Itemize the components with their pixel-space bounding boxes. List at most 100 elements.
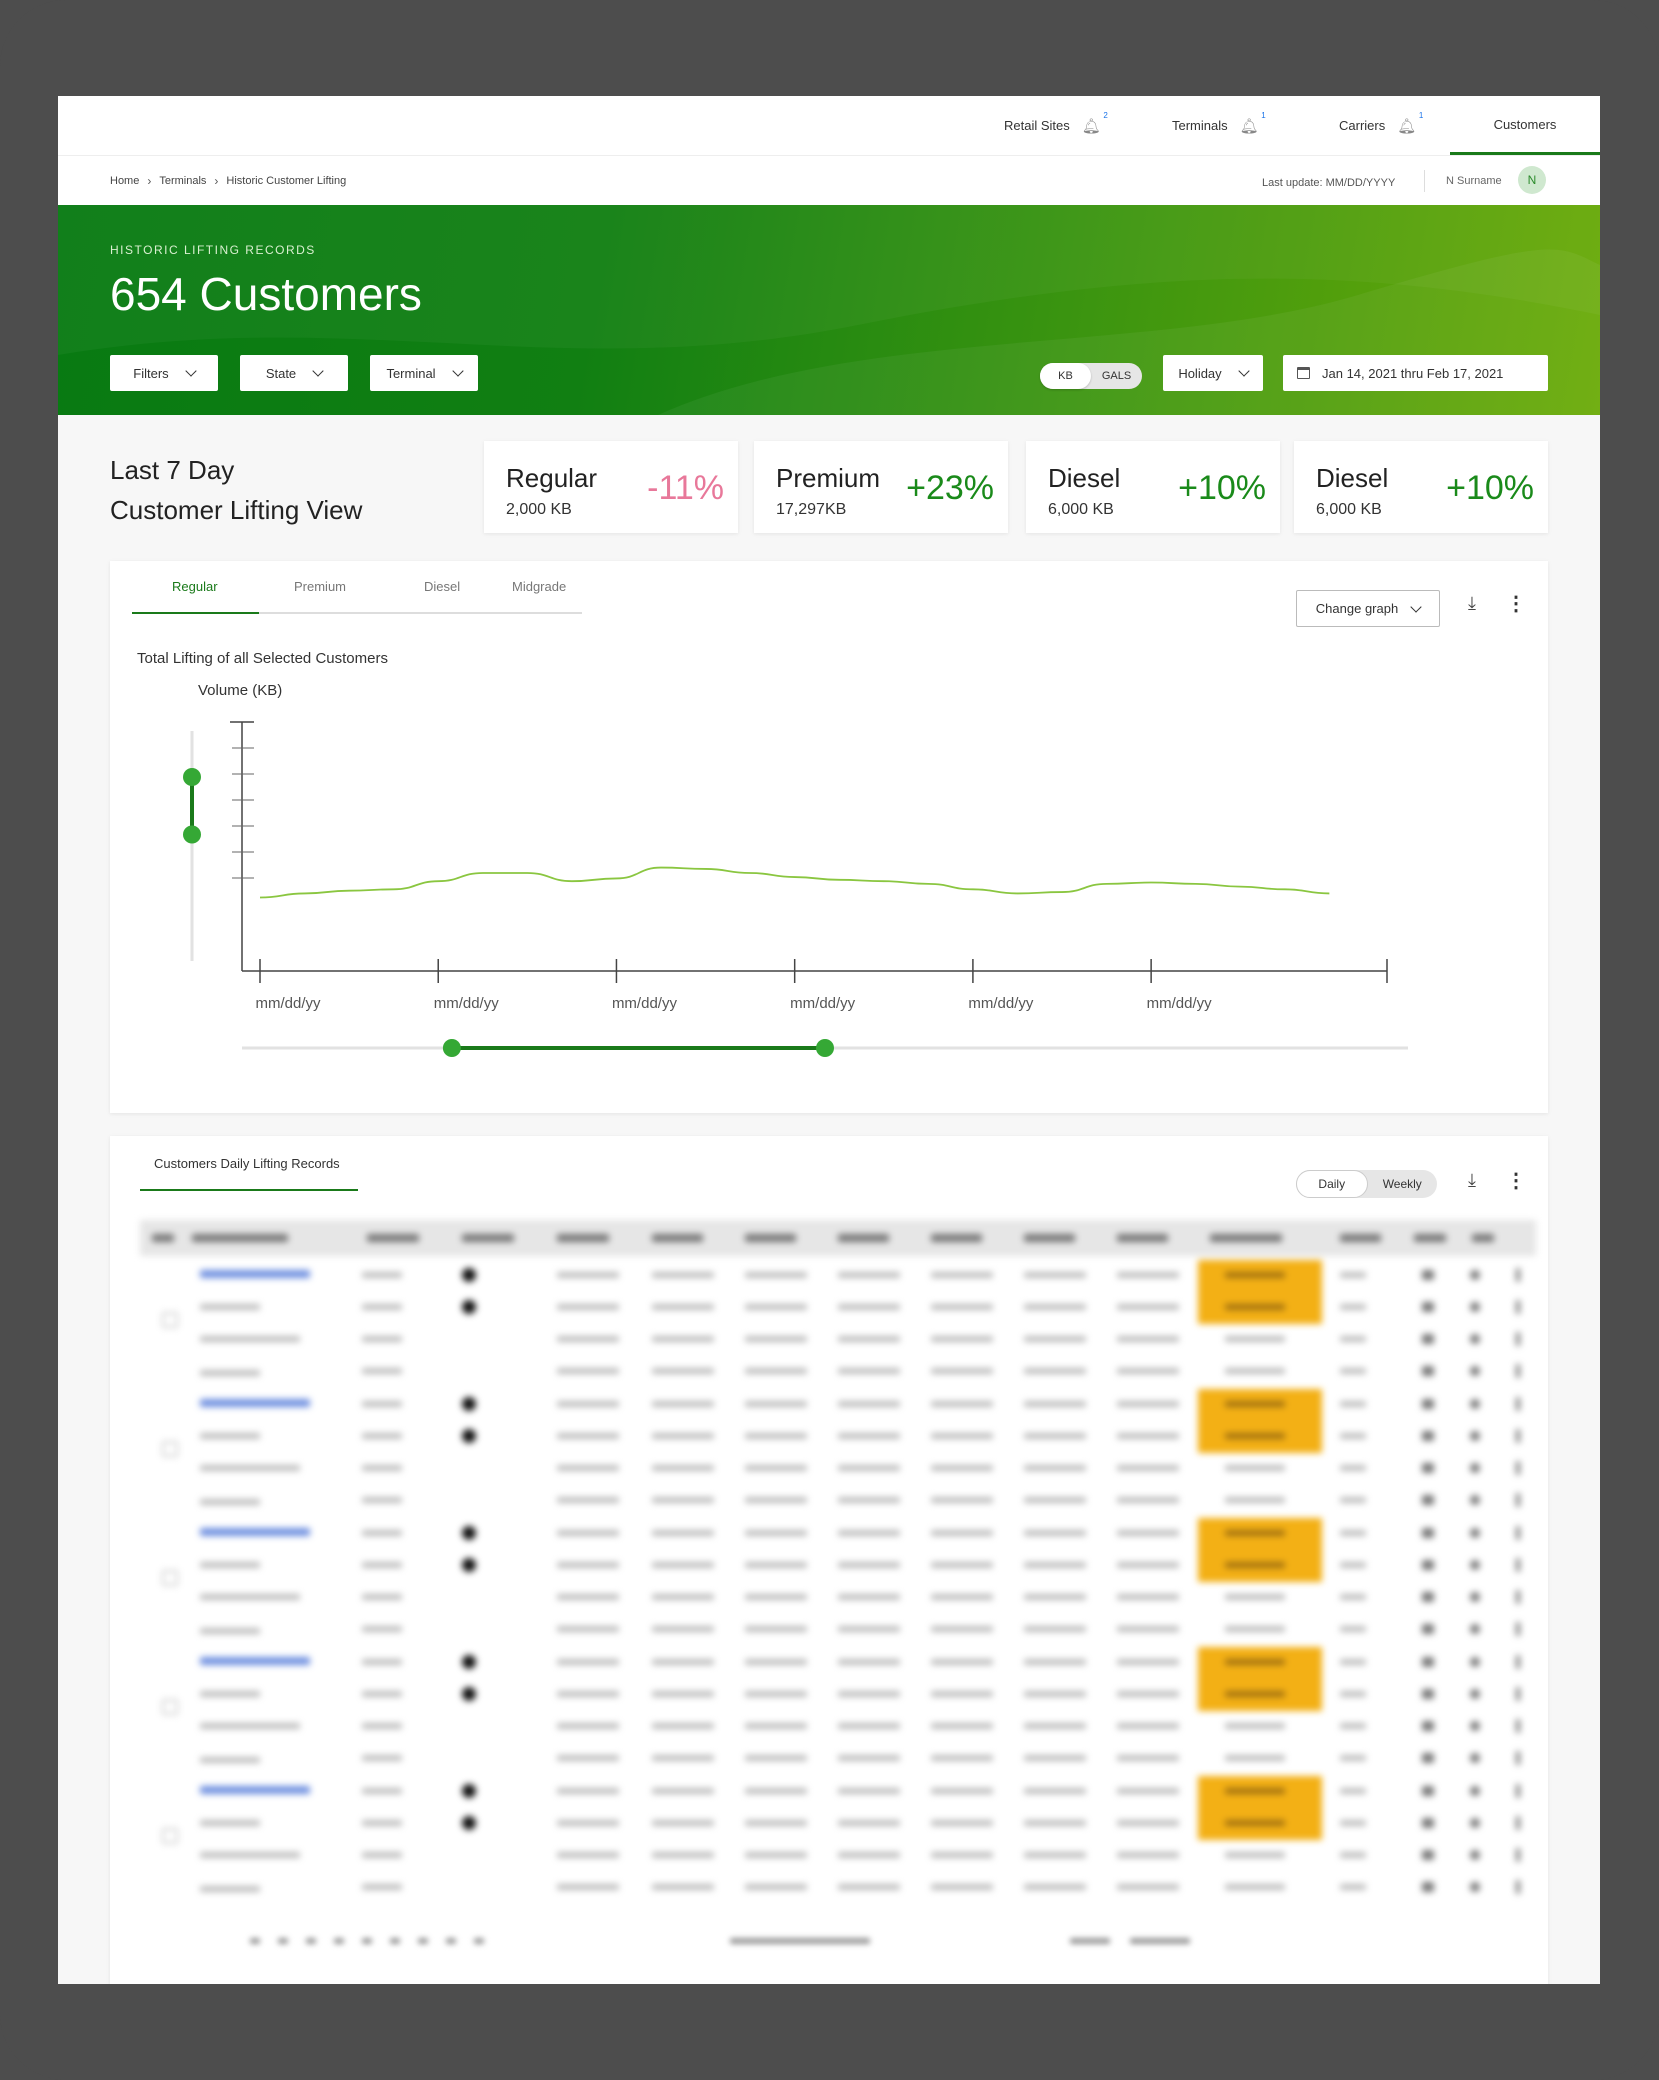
value-cell [652, 1433, 714, 1439]
value-cell [557, 1433, 619, 1439]
ecid-cell [1340, 1497, 1366, 1503]
value-cell [931, 1788, 993, 1794]
action-cell [1516, 1332, 1520, 1346]
date-range-picker[interactable]: Jan 14, 2021 thru Feb 17, 2021 [1283, 355, 1548, 391]
row-checkbox [162, 1570, 178, 1586]
download-icon[interactable]: ⤓ [1468, 1170, 1476, 1191]
status-dot [462, 1526, 476, 1540]
ecid-cell [1340, 1465, 1366, 1471]
row-checkbox [162, 1828, 178, 1844]
value-cell [1117, 1368, 1179, 1374]
action-cell [1516, 1622, 1520, 1636]
product-cell [362, 1820, 402, 1826]
value-cell [1117, 1304, 1179, 1310]
product-cell [362, 1852, 402, 1858]
nav-terminals[interactable]: Terminals 🔔︎ 1 [1172, 96, 1266, 155]
weekly-total-cell [1225, 1401, 1285, 1407]
value-cell [745, 1884, 807, 1890]
value-cell [1024, 1530, 1086, 1536]
x-tick-label: mm/dd/yy [1147, 995, 1213, 1012]
dropdown-label: Terminal [386, 365, 436, 381]
terminal-dropdown[interactable]: Terminal [370, 355, 478, 391]
breadcrumb-bar: Home › Terminals › Historic Customer Lif… [58, 155, 1600, 205]
weekly-total-cell [1225, 1465, 1285, 1471]
product-cell [362, 1368, 402, 1374]
action-cell [1516, 1526, 1520, 1540]
action-cell [1422, 1399, 1434, 1409]
value-cell [838, 1304, 900, 1310]
nav-retail-sites[interactable]: Retail Sites 🔔︎ 2 [1004, 96, 1108, 155]
unit-option-kb[interactable]: KB [1040, 363, 1091, 389]
value-cell [931, 1562, 993, 1568]
breadcrumb-home[interactable]: Home [110, 175, 139, 187]
daily-weekly-toggle[interactable]: Daily Weekly [1296, 1170, 1437, 1198]
series-line [259, 866, 1330, 899]
action-cell [1470, 1753, 1480, 1763]
header-cell [1117, 1234, 1169, 1242]
more-options-icon[interactable]: ⋮ [1506, 1168, 1526, 1193]
ecid-cell [1340, 1852, 1366, 1858]
action-cell [1470, 1431, 1480, 1441]
ecid-cell [1340, 1562, 1366, 1568]
action-cell [1422, 1592, 1434, 1602]
value-cell [652, 1852, 714, 1858]
nav-carriers[interactable]: Carriers 🔔︎ 1 [1339, 96, 1424, 155]
breadcrumb-terminals[interactable]: Terminals [159, 175, 206, 187]
table-title: Customers Daily Lifting Records [154, 1156, 340, 1171]
value-cell [1024, 1884, 1086, 1890]
unit-option-gals[interactable]: GALS [1091, 363, 1142, 389]
action-cell [1516, 1655, 1520, 1669]
action-cell [1516, 1719, 1520, 1733]
value-cell [745, 1562, 807, 1568]
holiday-dropdown[interactable]: Holiday [1163, 355, 1263, 391]
weekly-total-cell [1225, 1336, 1285, 1342]
customer-name-cell [200, 1786, 310, 1794]
chevron-right-icon: › [214, 174, 219, 188]
toggle-option-daily[interactable]: Daily [1296, 1170, 1368, 1198]
table-title-underline [140, 1189, 358, 1191]
bell-icon: 🔔︎ 1 [1239, 110, 1266, 135]
avatar[interactable]: N [1518, 166, 1546, 194]
status-dot [462, 1397, 476, 1411]
weekly-total-cell [1225, 1497, 1285, 1503]
bell-icon: 🔔︎ 1 [1397, 110, 1424, 135]
value-cell [1117, 1272, 1179, 1278]
ecid-cell [1340, 1530, 1366, 1536]
nav-customers[interactable]: Customers [1450, 96, 1600, 155]
action-cell [1516, 1461, 1520, 1475]
action-cell [1470, 1302, 1480, 1312]
value-cell [838, 1594, 900, 1600]
action-cell [1470, 1786, 1480, 1796]
customer-info-cell [200, 1433, 260, 1439]
product-cell [362, 1788, 402, 1794]
value-cell [1024, 1497, 1086, 1503]
customer-type-cell [200, 1370, 260, 1376]
value-cell [745, 1820, 807, 1826]
value-cell [838, 1497, 900, 1503]
weekly-total-cell [1225, 1723, 1285, 1729]
weekly-total-cell [1225, 1659, 1285, 1665]
page-number [306, 1938, 316, 1944]
value-cell [931, 1368, 993, 1374]
toggle-option-weekly[interactable]: Weekly [1368, 1170, 1438, 1198]
table-row [140, 1808, 1536, 1840]
customer-type-cell [200, 1886, 260, 1892]
ecid-cell [1340, 1272, 1366, 1278]
value-cell [931, 1336, 993, 1342]
product-cell [362, 1433, 402, 1439]
value-cell [557, 1465, 619, 1471]
user-name[interactable]: N Surname [1446, 175, 1502, 187]
breadcrumb-current: Historic Customer Lifting [226, 175, 347, 187]
customer-type-cell [200, 1757, 260, 1763]
action-cell [1422, 1302, 1434, 1312]
filters-dropdown[interactable]: Filters [110, 355, 218, 391]
value-cell [1117, 1723, 1179, 1729]
value-cell [745, 1788, 807, 1794]
action-cell [1470, 1818, 1480, 1828]
chevron-down-icon [185, 365, 197, 377]
state-dropdown[interactable]: State [240, 355, 348, 391]
y-range-handle-top [183, 768, 201, 786]
y-range-handle-bottom [183, 825, 201, 844]
unit-toggle[interactable]: KB GALS [1040, 363, 1142, 389]
value-cell [745, 1433, 807, 1439]
